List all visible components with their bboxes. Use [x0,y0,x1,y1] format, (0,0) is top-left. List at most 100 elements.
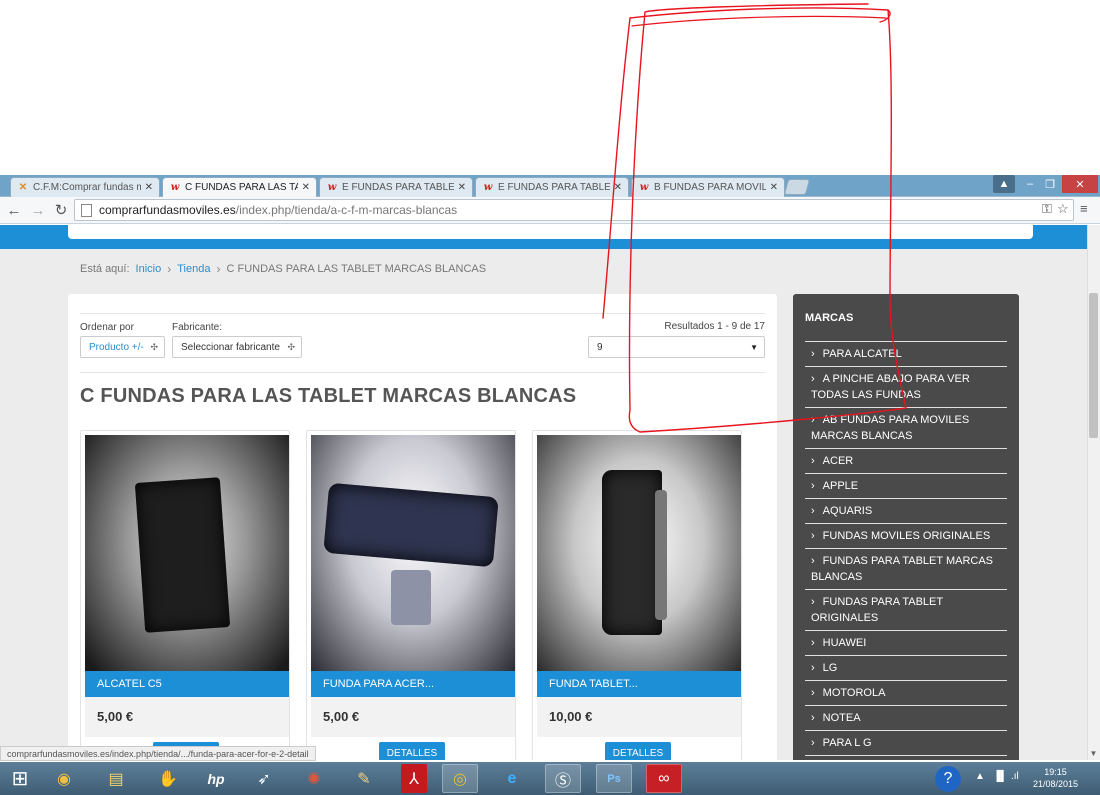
clock[interactable]: 19:15 21/08/2015 [1033,766,1078,790]
details-button[interactable]: DETALLES [379,742,445,760]
divider [805,680,1007,681]
sidebar-item-tablet-marcas-blancas[interactable]: › FUNDAS PARA TABLET MARCAS BLANCAS [811,553,1007,585]
photoshop-icon[interactable]: Ps [596,764,632,793]
product-name[interactable]: ALCATEL C5 [85,671,289,697]
w-icon: w [327,182,337,193]
star-icon[interactable]: ☆ [1057,201,1069,217]
product-card[interactable]: ALCATEL C5 5,00 € [80,430,290,760]
order-value: Producto +/- [89,341,144,353]
sidebar-item-aquaris[interactable]: › AQUARIS [811,503,1007,519]
new-tab-button[interactable] [783,179,811,195]
clock-time: 19:15 [1044,767,1067,777]
product-price: 5,00 € [97,709,134,724]
product-card[interactable]: FUNDA TABLET... 10,00 € DETALLES [532,430,742,760]
tablet-case-edge [655,490,667,620]
close-icon[interactable]: ✕ [302,182,310,193]
order-select[interactable]: Producto +/- ✣ [80,336,165,358]
sidebar-item-apple[interactable]: › APPLE [811,478,1007,494]
close-icon[interactable]: ✕ [458,182,466,193]
media-icon[interactable]: ◉ [46,764,82,793]
sidebar-item-marcas-blancas-moviles[interactable]: › AB FUNDAS PARA MOVILES MARCAS BLANCAS [811,412,1007,444]
sidebar-item-motorola[interactable]: › MOTOROLA [811,685,1007,701]
sidebar-item-notea[interactable]: › NOTEA [811,710,1007,726]
tab-2[interactable]: w E FUNDAS PARA TABLET ( ✕ [319,177,473,197]
key-icon[interactable]: ⚿ [1042,201,1052,217]
divider [80,313,765,314]
paint-icon[interactable]: ✺ [296,764,332,793]
phone-case-image [134,477,231,633]
web-page: Está aquí: Inicio › Tienda › C FUNDAS PA… [0,225,1100,760]
internet-explorer-icon[interactable]: e [494,764,530,793]
chevron-down-icon: ✣ [150,341,158,352]
divider [805,655,1007,656]
sidebar-item-todas[interactable]: › A PINCHE ABAJO PARA VER TODAS LAS FUNDA… [811,371,1007,403]
tab-3[interactable]: w E FUNDAS PARA TABLET ( ✕ [475,177,629,197]
scroll-down-icon[interactable]: ▼ [1089,749,1098,758]
file-explorer-icon[interactable]: ▤ [98,764,134,793]
page-scrollbar[interactable]: ▼ [1087,225,1100,760]
chevron-right-icon: › [216,262,221,276]
close-icon[interactable]: ✕ [614,182,622,193]
menu-icon[interactable]: ≡ [1080,201,1088,216]
chevron-right-icon: › [811,505,815,517]
adobe-reader-icon[interactable]: ⅄ [401,764,427,793]
maker-select[interactable]: Seleccionar fabricante ✣ [172,336,302,358]
product-image[interactable] [85,435,289,671]
sidebar-item-lg[interactable]: › LG [811,660,1007,676]
product-card[interactable]: FUNDA PARA ACER... 5,00 € DETALLES [306,430,516,760]
tab-1[interactable]: w C FUNDAS PARA LAS TAB ✕ [162,177,317,197]
tab-4[interactable]: w B FUNDAS PARA MOVILE: ✕ [631,177,785,197]
close-icon[interactable]: ✕ [145,182,153,193]
user-icon[interactable]: ▲ [993,175,1015,193]
chrome-icon[interactable]: ◎ [442,764,478,793]
back-button[interactable]: ← [5,201,23,219]
product-listing: Ordenar por Producto +/- ✣ Fabricante: S… [68,294,777,760]
sidebar-item-label: PARA L G [822,737,872,749]
sidebar-item-huawei[interactable]: › HUAWEI [811,635,1007,651]
browser-toolbar: ← → ↻ comprarfundasmoviles.es/index.php/… [0,197,1100,224]
product-name[interactable]: FUNDA PARA ACER... [311,671,515,697]
divider [805,548,1007,549]
per-page-select[interactable]: 9 ▼ [588,336,765,358]
help-icon[interactable]: ? [935,766,961,792]
reload-button[interactable]: ↻ [52,201,70,219]
sidebar-item-label: AQUARIS [822,505,873,517]
address-bar[interactable]: comprarfundasmoviles.es/index.php/tienda… [74,199,1074,221]
product-image[interactable] [537,435,741,671]
network-icon[interactable]: ▐▌ [993,771,1007,782]
sidebar-item-label: ACER [822,455,854,467]
product-image[interactable] [311,435,515,671]
divider [805,498,1007,499]
restore-button[interactable]: ❐ [1040,175,1060,193]
signal-icon[interactable]: .ıl [1011,771,1019,782]
close-icon[interactable]: ✕ [770,182,778,193]
sidebar-item-label: AB FUNDAS PARA MOVILES MARCAS BLANCAS [811,414,970,442]
tab-0[interactable]: ✕ C.F.M:Comprar fundas mo ✕ [10,177,160,197]
forward-button[interactable]: → [29,201,47,219]
sidebar-item-moviles-originales[interactable]: › FUNDAS MOVILES ORIGINALES [811,528,1007,544]
sidebar-item-label: FUNDAS PARA TABLET MARCAS BLANCAS [811,555,994,583]
divider [805,705,1007,706]
palette-icon[interactable]: ✎ [346,764,382,793]
close-window-button[interactable]: ✕ [1062,175,1098,193]
hp-icon[interactable]: hp [198,764,234,793]
sidebar-item-alcatel[interactable]: › PARA ALCATEL [811,346,1007,362]
creative-cloud-icon[interactable]: ∞ [646,764,682,793]
scroll-thumb[interactable] [1089,293,1098,438]
product-name[interactable]: FUNDA TABLET... [537,671,741,697]
breadcrumb-home[interactable]: Inicio [136,263,162,275]
sidebar-item-acer[interactable]: › ACER [811,453,1007,469]
hand-icon[interactable]: ✋ [150,764,186,793]
skype-icon[interactable]: Ⓢ [545,764,581,793]
tray-expand-icon[interactable]: ▲ [975,771,985,782]
details-button[interactable]: DETALLES [605,742,671,760]
tab-label: E FUNDAS PARA TABLET ( [342,182,454,193]
rocket-icon[interactable]: ➶ [246,764,282,793]
chevron-right-icon: › [811,414,815,426]
sidebar-item-tablet-originales[interactable]: › FUNDAS PARA TABLET ORIGINALES [811,594,1007,626]
minimize-button[interactable]: – [1020,175,1040,193]
breadcrumb-shop[interactable]: Tienda [177,263,210,275]
price-box: 5,00 € [85,697,289,737]
sidebar-item-para-lg[interactable]: › PARA L G [811,735,1007,751]
start-icon[interactable]: ⊞ [2,764,38,793]
